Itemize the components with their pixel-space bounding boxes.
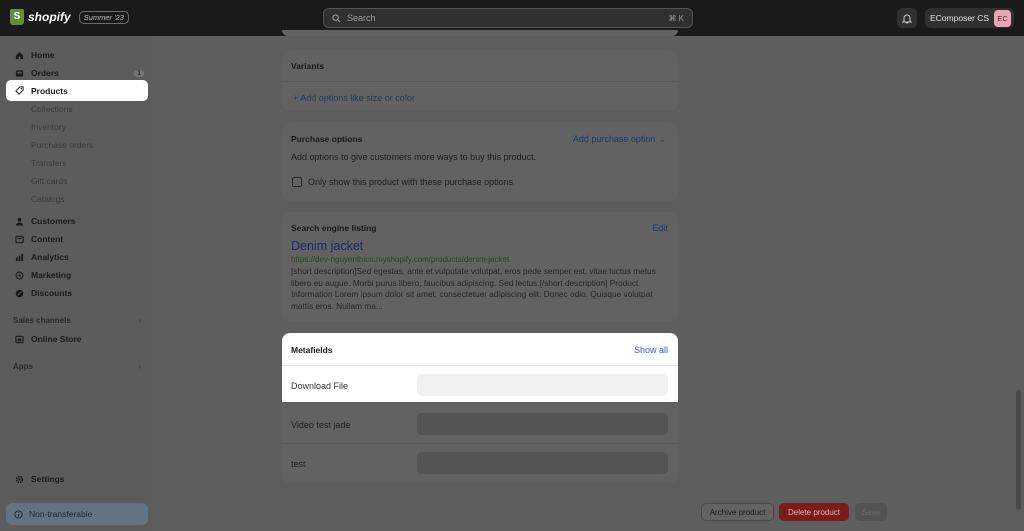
search-shortcut: ⌘ K xyxy=(668,13,684,23)
sidebar-item-customers[interactable]: Customers xyxy=(6,212,148,230)
apps-label: Apps xyxy=(13,362,33,371)
metafield-label-download: Download File xyxy=(291,381,349,391)
content-icon xyxy=(15,235,24,243)
divider xyxy=(282,443,678,444)
archive-product-button[interactable]: Archive product xyxy=(701,503,774,521)
metafields-highlight: Metafields Show all Download File xyxy=(282,333,678,402)
sidebar-subitem-gift-cards[interactable]: Gift cards xyxy=(31,176,67,186)
sidebar-item-content[interactable]: Content xyxy=(6,230,148,248)
store-menu[interactable]: EComposer CS EC xyxy=(925,8,1015,28)
variants-title: Variants xyxy=(291,61,325,71)
metafield-input-test[interactable] xyxy=(417,452,668,474)
metafield-label-test: test xyxy=(291,459,306,469)
metafield-input-video[interactable] xyxy=(417,413,668,435)
previous-card-edge xyxy=(282,30,678,36)
seo-url: https://dev-nguyenthico.myshopify.com/pr… xyxy=(291,255,510,264)
add-purchase-option-button[interactable]: Add purchase option ⌄ xyxy=(573,134,666,145)
chart-icon xyxy=(15,253,24,261)
sidebar-item-settings[interactable]: Settings xyxy=(6,470,148,488)
sidebar-item-marketing[interactable]: Marketing xyxy=(6,266,148,284)
logo-text: shopify xyxy=(28,10,71,24)
sidebar-item-label: Online Store xyxy=(31,334,82,344)
variants-card: Variants + Add options like size or colo… xyxy=(282,50,678,111)
metafield-input-download[interactable] xyxy=(417,374,668,396)
seo-page-title: Denim jacket xyxy=(291,239,364,253)
chevron-down-icon: ⌄ xyxy=(658,134,666,144)
sidebar-item-label: Settings xyxy=(31,474,65,484)
chevron-right-icon: › xyxy=(138,362,141,371)
purchase-options-card: Purchase options Add purchase option ⌄ A… xyxy=(282,122,678,201)
purchase-options-checkbox[interactable] xyxy=(292,177,302,187)
home-icon xyxy=(15,51,24,59)
avatar: EC xyxy=(994,9,1012,27)
store-icon xyxy=(15,335,24,343)
sidebar-item-label: Content xyxy=(31,234,64,244)
delete-product-button[interactable]: Delete product xyxy=(779,503,849,521)
sidebar-item-label: Discounts xyxy=(31,288,73,298)
sales-channels-heading[interactable]: Sales channels › xyxy=(13,316,141,325)
sidebar-subitem-purchase-orders[interactable]: Purchase orders xyxy=(31,140,93,150)
sidebar-item-products[interactable]: Products xyxy=(6,80,148,101)
sidebar-item-label: Home xyxy=(31,50,55,60)
sidebar-item-home[interactable]: Home xyxy=(6,46,148,64)
edition-badge[interactable]: Summer '23 xyxy=(78,10,129,24)
divider xyxy=(282,365,678,366)
add-purchase-option-label: Add purchase option xyxy=(572,134,656,144)
sidebar-subitem-catalogs[interactable]: Catalogs xyxy=(31,194,65,204)
metafield-label-video: Video test jade xyxy=(291,420,351,430)
seo-title: Search engine listing xyxy=(291,223,377,233)
divider xyxy=(282,81,678,82)
inbox-icon xyxy=(15,69,24,77)
non-transferable-label: Non-transferable xyxy=(29,509,93,519)
metafields-show-all-link[interactable]: Show all xyxy=(634,345,668,355)
sidebar-subitem-inventory[interactable]: Inventory xyxy=(31,122,66,132)
orders-count-badge: 1 xyxy=(134,69,144,77)
shopify-logo[interactable]: S shopify Summer '23 xyxy=(10,9,129,25)
purchase-options-description: Add options to give customers more ways … xyxy=(291,152,537,162)
sidebar-item-discounts[interactable]: Discounts xyxy=(6,284,148,302)
search-placeholder: Search xyxy=(347,13,376,23)
scrollbar[interactable] xyxy=(1016,390,1021,510)
target-icon xyxy=(15,271,24,279)
non-transferable-banner[interactable]: Non-transferable xyxy=(6,503,148,525)
apps-heading[interactable]: Apps › xyxy=(13,362,141,371)
sidebar-subitem-transfers[interactable]: Transfers xyxy=(31,158,67,168)
info-icon xyxy=(14,509,23,519)
shopify-bag-icon: S xyxy=(10,9,24,25)
gear-icon xyxy=(15,475,24,483)
sidebar-item-label: Customers xyxy=(31,216,76,226)
search-icon xyxy=(332,13,341,22)
notifications-button[interactable] xyxy=(897,8,917,28)
sidebar-item-online-store[interactable]: Online Store xyxy=(6,330,148,348)
seo-edit-link[interactable]: Edit xyxy=(652,223,668,233)
purchase-options-checkbox-label: Only show this product with these purcha… xyxy=(308,177,514,187)
sidebar-item-label: Orders xyxy=(31,68,59,78)
sidebar-item-label: Products xyxy=(31,85,68,96)
add-options-link[interactable]: + Add options like size or color xyxy=(293,93,415,103)
save-button[interactable]: Save xyxy=(855,503,887,521)
seo-description: [short description]Sed egestas, ante et … xyxy=(291,266,656,311)
sidebar-item-label: Marketing xyxy=(31,270,72,280)
sidebar-item-analytics[interactable]: Analytics xyxy=(6,248,148,266)
chevron-right-icon: › xyxy=(138,316,141,325)
person-icon xyxy=(15,217,24,226)
search-input[interactable]: Search ⌘ K xyxy=(323,8,693,28)
tag-icon xyxy=(15,86,24,95)
store-name: EComposer CS xyxy=(930,13,990,23)
discount-icon xyxy=(15,289,24,297)
metafields-title: Metafields xyxy=(291,345,333,355)
sidebar-subitem-collections[interactable]: Collections xyxy=(31,104,73,114)
seo-card: Search engine listing Edit Denim jacket … xyxy=(282,212,678,322)
purchase-options-title: Purchase options xyxy=(291,134,363,144)
bell-icon xyxy=(902,14,912,23)
sidebar-item-label: Analytics xyxy=(31,252,69,262)
sales-channels-label: Sales channels xyxy=(13,316,71,325)
